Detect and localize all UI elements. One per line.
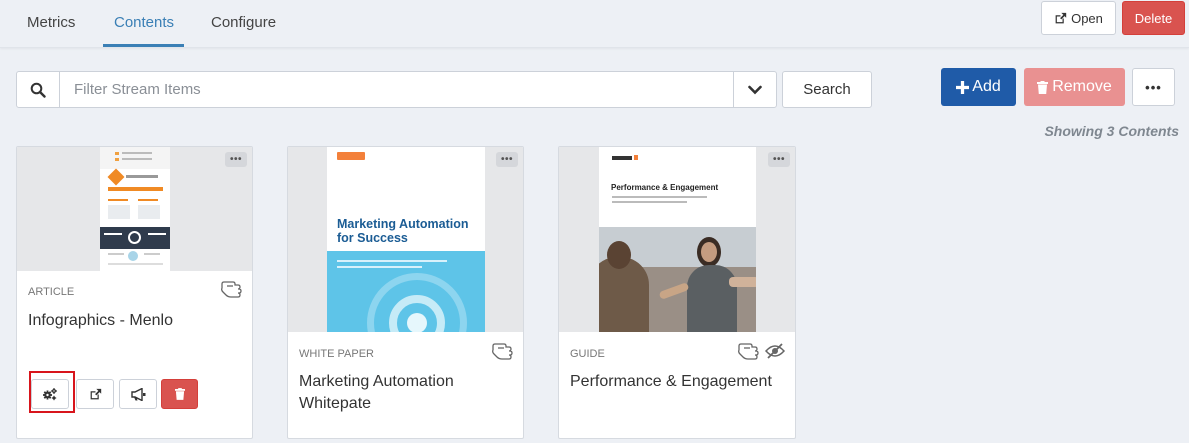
tab-metrics[interactable]: Metrics <box>27 14 75 31</box>
filter-input[interactable] <box>60 72 733 107</box>
remove-button[interactable]: Remove <box>1024 68 1125 106</box>
search-button[interactable]: Search <box>782 71 872 108</box>
card-type: GUIDE <box>570 348 605 360</box>
card-thumbnail[interactable]: Marketing Automation for Success <box>288 147 523 332</box>
search-button-label: Search <box>803 81 851 98</box>
tab-contents[interactable]: Contents <box>114 14 174 31</box>
trash-icon <box>174 388 185 400</box>
card-status-icons <box>491 343 513 363</box>
content-card-1[interactable]: ••• ARTICLE Infographics - Menlo <box>16 146 253 439</box>
card-more-button[interactable]: ••• <box>496 152 518 167</box>
top-nav: Metrics Contents Configure Open Delete <box>0 0 1189 48</box>
filter-group <box>16 71 777 108</box>
open-item-button[interactable] <box>76 379 114 409</box>
external-link-icon <box>1055 12 1067 23</box>
bullhorn-icon <box>130 387 145 401</box>
external-link-icon <box>90 388 101 399</box>
add-button[interactable]: Add <box>941 68 1016 106</box>
content-card-2[interactable]: Marketing Automation for Success ••• WHI… <box>287 146 524 439</box>
thumb-title-line2: for Success <box>337 231 408 245</box>
showing-count: Showing 3 Contents <box>1044 123 1179 139</box>
card-status-icons <box>737 343 785 363</box>
delete-button-label: Delete <box>1134 10 1173 26</box>
search-icon-box[interactable] <box>17 72 60 107</box>
hand-pointer-icon <box>221 281 242 298</box>
card-status-icons <box>220 281 242 301</box>
eye-slash-icon <box>765 343 785 359</box>
add-button-label: Add <box>972 78 1001 95</box>
infographic-thumbnail-image <box>100 147 170 271</box>
plus-icon <box>956 80 970 94</box>
open-button[interactable]: Open <box>1041 1 1116 35</box>
active-tab-indicator <box>103 44 184 47</box>
open-button-label: Open <box>1071 10 1103 26</box>
card-title[interactable]: Marketing Automation Whitepate <box>299 371 499 415</box>
whitepaper-thumbnail-image: Marketing Automation for Success <box>327 147 485 332</box>
card-more-button[interactable]: ••• <box>225 152 247 167</box>
card-type: WHITE PAPER <box>299 348 374 360</box>
trash-icon <box>1037 80 1049 94</box>
content-card-3[interactable]: Performance & Engagement ••• GUIDE Perfo… <box>558 146 796 439</box>
tab-configure[interactable]: Configure <box>211 14 276 31</box>
filter-dropdown-toggle[interactable] <box>733 72 776 107</box>
delete-item-button[interactable] <box>161 379 198 409</box>
card-title[interactable]: Performance & Engagement <box>570 371 772 393</box>
thumb-title: Performance & Engagement <box>611 183 719 192</box>
card-thumbnail[interactable]: Performance & Engagement <box>559 147 795 332</box>
more-options-button[interactable]: ••• <box>1132 68 1175 106</box>
chevron-down-icon <box>748 85 762 94</box>
hand-pointer-icon <box>492 343 513 360</box>
more-options-icon: ••• <box>1145 79 1162 95</box>
remove-button-label: Remove <box>1052 78 1112 95</box>
search-icon <box>30 82 46 98</box>
card-type: ARTICLE <box>28 286 75 298</box>
guide-thumbnail-image: Performance & Engagement <box>599 147 756 332</box>
hand-pointer-icon <box>738 343 759 360</box>
card-thumbnail[interactable] <box>17 147 252 271</box>
delete-button[interactable]: Delete <box>1122 1 1185 35</box>
card-more-button[interactable]: ••• <box>768 152 790 167</box>
highlight-box <box>29 371 75 413</box>
thumb-title-line1: Marketing Automation <box>337 217 469 231</box>
promote-item-button[interactable] <box>119 379 157 409</box>
card-title[interactable]: Infographics - Menlo <box>28 310 173 332</box>
